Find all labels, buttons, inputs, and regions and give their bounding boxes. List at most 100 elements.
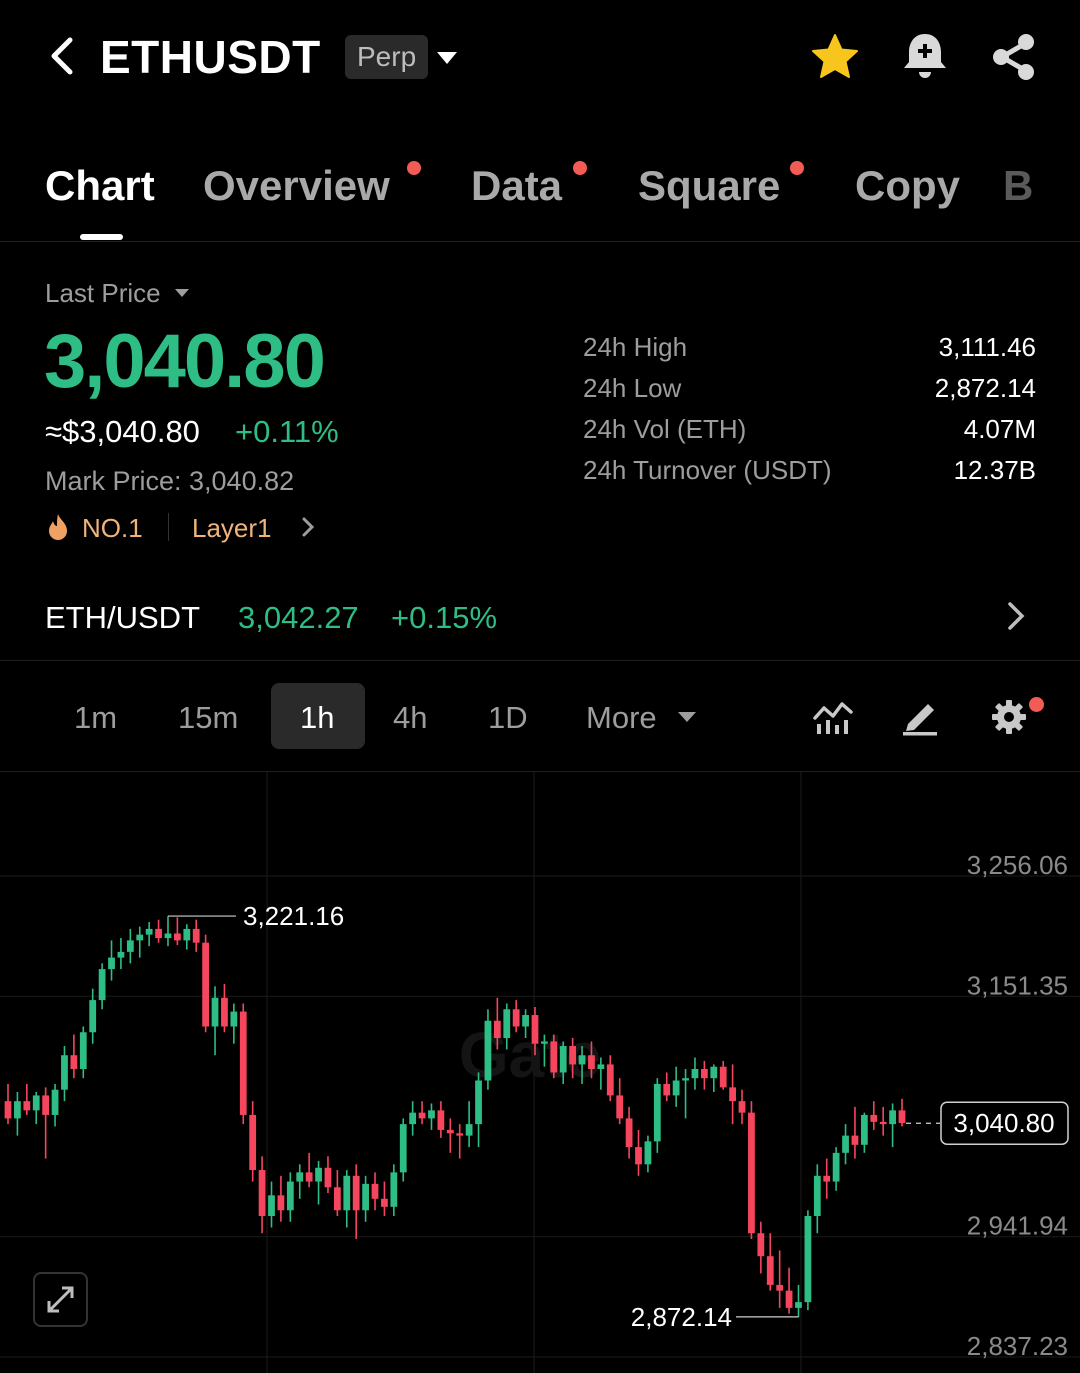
candle-body	[493, 1020, 501, 1038]
candle-body	[644, 1141, 652, 1165]
section-divider	[0, 660, 1080, 661]
candle-body	[145, 928, 153, 935]
caret-down-icon[interactable]	[436, 50, 458, 66]
chevron-right-icon[interactable]	[1005, 600, 1027, 632]
candle-body	[14, 1101, 21, 1119]
candle-body	[286, 1181, 294, 1211]
candle-body	[42, 1095, 50, 1115]
draw-tool-icon[interactable]	[900, 698, 940, 736]
y-axis-tick-label: 3,151.35	[967, 970, 1068, 1000]
candle-body	[390, 1172, 398, 1207]
tab-data-notification-dot	[573, 161, 587, 175]
candle-body	[795, 1302, 802, 1308]
last-price-selector[interactable]: Last Price	[45, 278, 161, 309]
candle-body	[842, 1135, 849, 1153]
last-price: 3,040.80	[44, 319, 326, 404]
candle-body	[832, 1152, 840, 1182]
spot-price: 3,042.27	[238, 600, 359, 635]
candle-body	[588, 1055, 595, 1070]
candle-body	[804, 1216, 812, 1303]
interval-1m[interactable]: 1m	[74, 700, 117, 736]
candlestick-chart[interactable]: Gate 3,256.06 3,151.35 2,941.94 2,837.23 3,…	[0, 772, 1080, 1373]
candle-body	[569, 1046, 577, 1065]
back-arrow-icon[interactable]	[40, 32, 88, 80]
candle-body	[719, 1066, 727, 1088]
candle-body	[296, 1172, 304, 1182]
candle-body	[98, 969, 106, 1001]
candle-body	[776, 1284, 784, 1291]
stat-label-volume: 24h Vol (ETH)	[583, 414, 747, 444]
candle-body	[4, 1101, 12, 1119]
rank-badge[interactable]: NO.1	[82, 513, 143, 544]
fire-icon	[49, 514, 67, 540]
stat-value-high: 3,111.46	[938, 332, 1036, 362]
stat-value-low: 2,872.14	[934, 373, 1036, 403]
candle-body	[315, 1167, 322, 1182]
candle-body	[70, 1055, 78, 1070]
candle-body	[691, 1069, 699, 1079]
candle-body	[371, 1183, 379, 1199]
fullscreen-button[interactable]	[33, 1272, 88, 1327]
sector-tag[interactable]: Layer1	[192, 513, 272, 544]
candle-body	[230, 1011, 238, 1027]
y-axis-tick-label: 2,837.23	[967, 1331, 1068, 1361]
tab-data[interactable]: Data	[471, 162, 562, 210]
y-axis-tick-label: 2,941.94	[967, 1211, 1068, 1241]
candle-body	[221, 997, 228, 1027]
tab-overview[interactable]: Overview	[203, 162, 390, 210]
settings-gear-icon[interactable]	[990, 698, 1028, 736]
stat-value-volume: 4.07M	[963, 414, 1036, 444]
indicators-icon[interactable]	[812, 698, 854, 736]
candle-body	[164, 933, 172, 939]
candle-body	[117, 951, 125, 958]
contract-type-badge[interactable]: Perp	[345, 35, 429, 79]
candle-body	[381, 1198, 388, 1207]
candle-body	[522, 1015, 529, 1027]
separator	[168, 513, 169, 541]
chevron-right-icon[interactable]	[300, 516, 316, 538]
tab-square-notification-dot	[790, 161, 804, 175]
interval-1h[interactable]: 1h	[300, 700, 334, 736]
tab-chart[interactable]: Chart	[45, 162, 155, 210]
candle-body	[625, 1118, 633, 1148]
interval-4h[interactable]: 4h	[393, 700, 427, 736]
interval-1d[interactable]: 1D	[488, 700, 528, 736]
candle-body	[738, 1101, 746, 1113]
candle-body	[635, 1147, 642, 1165]
candle-body	[672, 1080, 680, 1096]
candle-body	[503, 1009, 511, 1038]
tab-overview-notification-dot	[407, 161, 421, 175]
caret-down-icon[interactable]	[678, 711, 696, 723]
candle-body	[305, 1172, 313, 1182]
candle-body	[710, 1066, 718, 1079]
candle-body	[879, 1121, 887, 1125]
candle-body	[136, 934, 144, 941]
candles	[4, 916, 906, 1318]
tab-overflow[interactable]: B	[1003, 162, 1033, 210]
candle-body	[126, 940, 134, 952]
candle-body	[757, 1233, 765, 1257]
star-icon[interactable]	[810, 32, 860, 82]
candle-body	[456, 1133, 464, 1136]
stat-value-turnover: 12.37B	[953, 455, 1036, 485]
symbol-title[interactable]: ETHUSDT	[100, 30, 321, 84]
stat-label-turnover: 24h Turnover (USDT)	[583, 455, 832, 485]
candle-body	[61, 1055, 68, 1090]
candle-body	[606, 1064, 614, 1096]
active-tab-indicator	[80, 234, 123, 240]
mark-price: Mark Price: 3,040.82	[45, 466, 295, 496]
price-alert-bell-icon[interactable]	[900, 30, 950, 82]
last-price-axis-label: 3,040.80	[953, 1108, 1054, 1138]
share-icon[interactable]	[990, 32, 1038, 82]
low-price-label: 2,872.14	[631, 1302, 732, 1332]
interval-more[interactable]: More	[586, 700, 657, 736]
candle-body	[766, 1256, 774, 1285]
candle-body	[324, 1167, 332, 1188]
candle-body	[79, 1032, 87, 1070]
candle-body	[333, 1187, 341, 1211]
tab-square[interactable]: Square	[638, 162, 780, 210]
caret-down-icon[interactable]	[175, 288, 189, 298]
tab-copy[interactable]: Copy	[855, 162, 960, 210]
candle-body	[748, 1112, 755, 1234]
interval-15m[interactable]: 15m	[178, 700, 238, 736]
